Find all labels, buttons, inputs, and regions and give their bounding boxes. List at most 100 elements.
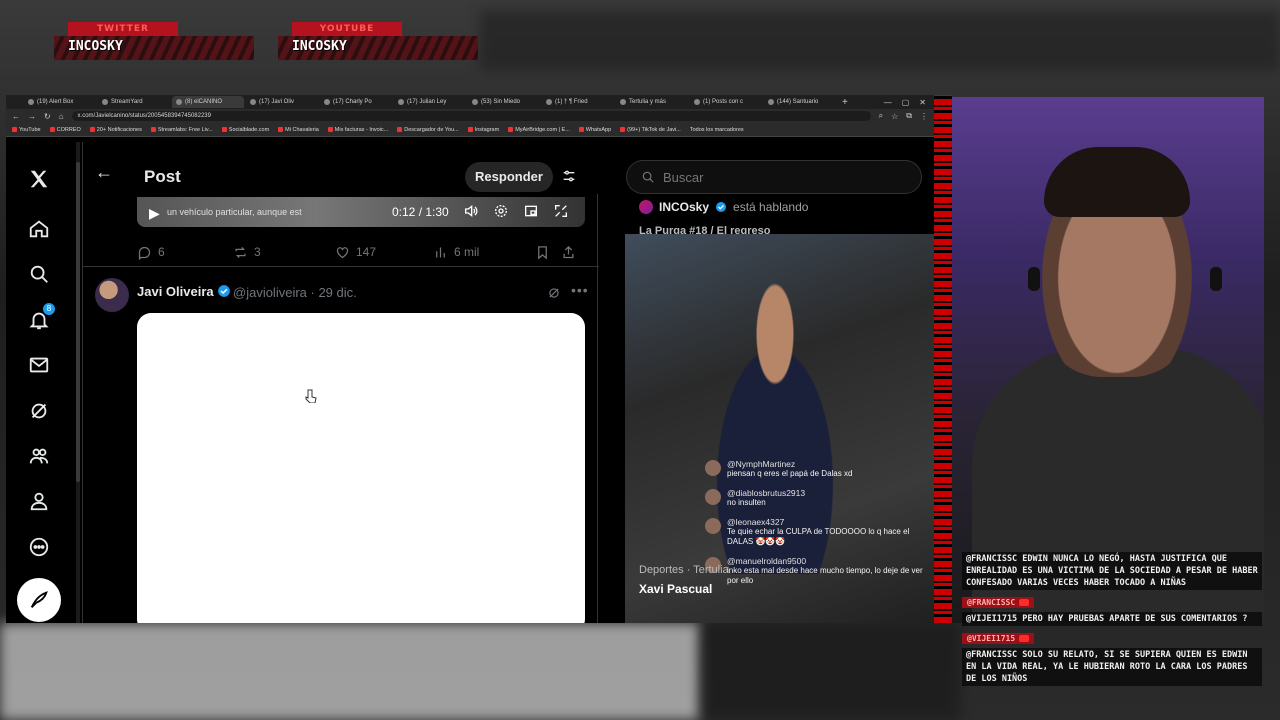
zoom-icon[interactable]: ⌕: [879, 111, 883, 121]
back-arrow-icon[interactable]: ←: [95, 162, 113, 183]
search-input[interactable]: Buscar: [626, 160, 922, 194]
browser-tab[interactable]: Tertulia y más: [616, 96, 688, 108]
banner-platform: TWITTER: [68, 22, 178, 36]
share-action[interactable]: [561, 245, 576, 260]
like-count: 147: [356, 245, 377, 259]
maximize-icon[interactable]: ▢: [902, 98, 910, 107]
reload-icon[interactable]: ↻: [44, 112, 51, 121]
filter-sliders-icon[interactable]: [561, 168, 577, 189]
grok-icon[interactable]: [26, 398, 52, 424]
more-dots-icon[interactable]: •••: [571, 282, 589, 298]
bookmark-action[interactable]: [535, 245, 561, 260]
back-icon[interactable]: ←: [12, 112, 20, 121]
bookmark-item[interactable]: MyAirBridge.com | E...: [508, 127, 570, 133]
repost-action[interactable]: 3: [233, 245, 335, 260]
nav-scroll-thumb[interactable]: [76, 162, 80, 482]
extensions-icon[interactable]: ⧉: [906, 111, 912, 121]
chat-username: @NymphMartinez: [727, 459, 796, 469]
explore-search-icon[interactable]: [26, 261, 52, 287]
stream-scene: TWITTER INCOSKY YOUTUBE INCOSKY (19) Ale…: [0, 0, 1280, 720]
minimize-icon[interactable]: —: [884, 98, 892, 107]
search-icon: [642, 171, 654, 183]
chat-text: no insulten: [727, 498, 766, 507]
browser-tab-active[interactable]: (8) elCANINO: [172, 96, 244, 108]
address-bar: ← → ↻ ⌂ x.com/Javielcanino/status/200545…: [6, 109, 934, 123]
more-options-icon[interactable]: [26, 534, 52, 560]
bookmark-item[interactable]: CORREO: [49, 127, 81, 133]
settings-gear-icon[interactable]: [493, 203, 509, 219]
browser-tab[interactable]: (1) Posts con c: [690, 96, 762, 108]
bookmark-item[interactable]: Instagram: [467, 127, 499, 133]
media-card[interactable]: [137, 313, 585, 623]
bookmark-label: Socialblade.com: [228, 126, 270, 133]
reply-action[interactable]: 6: [137, 245, 233, 260]
bookmark-label: Mi Chavaleria: [285, 126, 319, 133]
views-action[interactable]: 6 mil: [433, 245, 535, 260]
close-icon[interactable]: ✕: [919, 98, 926, 107]
heart-icon: [336, 246, 349, 258]
bookmark-item[interactable]: Descargador de You...: [397, 127, 459, 133]
messages-mail-icon[interactable]: [26, 352, 52, 378]
browser-tab[interactable]: (53) Sin Miedo: [468, 96, 540, 108]
bookmark-item[interactable]: (99+) TikTok de Javi...: [620, 127, 681, 133]
bookmark-favicon: [89, 127, 95, 132]
notifications-bell-icon[interactable]: 8: [26, 303, 55, 333]
bookmark-item[interactable]: WhatsApp: [578, 127, 611, 133]
profile-icon[interactable]: [26, 488, 52, 514]
chat-text: Te quie echar la CULPA de TODOOOO lo q h…: [727, 527, 910, 546]
avatar[interactable]: [95, 278, 129, 312]
verified-badge-icon: [218, 285, 230, 297]
browser-tab[interactable]: (17) Julian Ley: [394, 96, 466, 108]
embedded-stream-video[interactable]: @NymphMartinez piensan q eres el papá de…: [625, 234, 934, 623]
pip-icon[interactable]: [523, 203, 539, 219]
bookmark-item[interactable]: Socialblade.com: [221, 126, 270, 133]
live-space-row[interactable]: INCOsky está hablando: [639, 200, 808, 214]
like-action[interactable]: 147: [335, 245, 433, 260]
bookmark-item[interactable]: 20+ Notificaciones: [89, 127, 142, 133]
bookmark-item[interactable]: Mi Chavaleria: [278, 127, 319, 133]
browser-tab[interactable]: (144) Santuario: [764, 96, 836, 108]
communities-icon[interactable]: [26, 443, 52, 469]
browser-tab[interactable]: (1) † ¶ Fried: [542, 96, 614, 108]
x-sidebar-nav: 8: [6, 142, 72, 623]
reply-post[interactable]: Javi Oliveira @javioliveira · 29 dic. ••…: [83, 274, 599, 312]
new-tab-icon[interactable]: +: [842, 97, 848, 108]
chat-avatar: [705, 460, 721, 476]
stream-chat: @NymphMartinez piensan q eres el papá de…: [705, 459, 934, 595]
bookmark-item[interactable]: YouTube: [12, 127, 41, 133]
home-icon[interactable]: ⌂: [59, 112, 64, 121]
fullscreen-icon[interactable]: [553, 203, 569, 219]
forward-icon[interactable]: →: [28, 112, 36, 121]
bookmark-folder[interactable]: Todos los marcadores: [690, 127, 744, 133]
tab-favicon: [250, 99, 256, 105]
bookmark-favicon: [620, 127, 626, 132]
chat-message: @leonaex4327 Te quie echar la CULPA de T…: [705, 517, 934, 547]
bookmark-item[interactable]: Mis facturas - Invoic...: [327, 127, 388, 133]
author-name[interactable]: Javi Oliveira: [137, 284, 214, 299]
blurred-background-bottom-mid: [700, 623, 960, 720]
play-icon[interactable]: ▶: [149, 205, 160, 222]
overlay-username: @FRANCISSC: [967, 598, 1016, 607]
bookmark-item[interactable]: Streamlabs: Free Liv...: [150, 127, 213, 133]
grok-explain-icon[interactable]: [547, 286, 561, 305]
home-icon[interactable]: [26, 216, 52, 242]
star-icon[interactable]: ☆: [891, 112, 898, 121]
tab-label: (1) † ¶ Fried: [555, 99, 588, 105]
x-logo-icon[interactable]: [26, 166, 52, 192]
volume-icon[interactable]: [463, 203, 479, 219]
chat-message: @NymphMartinez piensan q eres el papá de…: [705, 459, 934, 479]
url-field[interactable]: x.com/Javielcanino/status/20054583947450…: [71, 111, 871, 121]
browser-tab[interactable]: StreamYard: [98, 96, 170, 108]
notifications-badge: 8: [43, 303, 55, 315]
browser-tab[interactable]: (17) Charly Po: [320, 96, 392, 108]
search-placeholder: Buscar: [663, 169, 704, 185]
compose-post-button[interactable]: [17, 578, 61, 622]
tab-label: (17) Javi Oliv: [259, 99, 295, 105]
menu-icon[interactable]: ⋮: [920, 112, 928, 121]
browser-tab[interactable]: (17) Javi Oliv: [246, 96, 318, 108]
reply-count: 6: [158, 245, 165, 259]
reply-button[interactable]: Responder: [465, 162, 553, 192]
browser-tab[interactable]: (19) Alert Box: [24, 96, 96, 108]
tab-favicon: [768, 99, 774, 105]
video-player[interactable]: un vehículo particular, aunque est ▶ 0:1…: [137, 197, 585, 227]
